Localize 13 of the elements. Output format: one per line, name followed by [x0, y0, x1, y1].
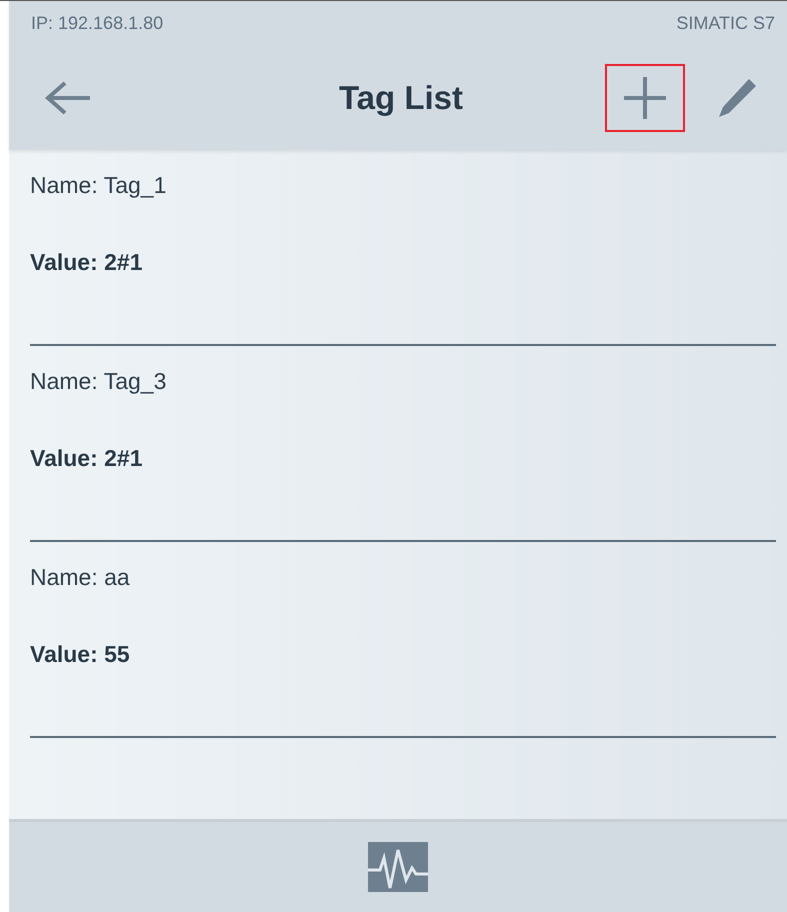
tag-value: Value: 2#1: [30, 445, 144, 472]
pulse-icon[interactable]: [368, 842, 428, 892]
tag-name: Name: Tag_1: [30, 172, 168, 199]
ip-address: IP: 192.168.1.80: [31, 12, 164, 34]
tag-name: Name: Tag_3: [30, 368, 168, 395]
device-name: SIMATIC S7: [676, 12, 775, 34]
tag-value: Value: 2#1: [30, 249, 144, 276]
tag-value: Value: 55: [30, 641, 131, 668]
add-button[interactable]: [605, 64, 685, 132]
tag-name: Name: aa: [30, 564, 131, 591]
page-title: Tag List: [338, 78, 464, 116]
back-arrow-icon: [43, 80, 91, 116]
plus-icon: [622, 74, 668, 120]
